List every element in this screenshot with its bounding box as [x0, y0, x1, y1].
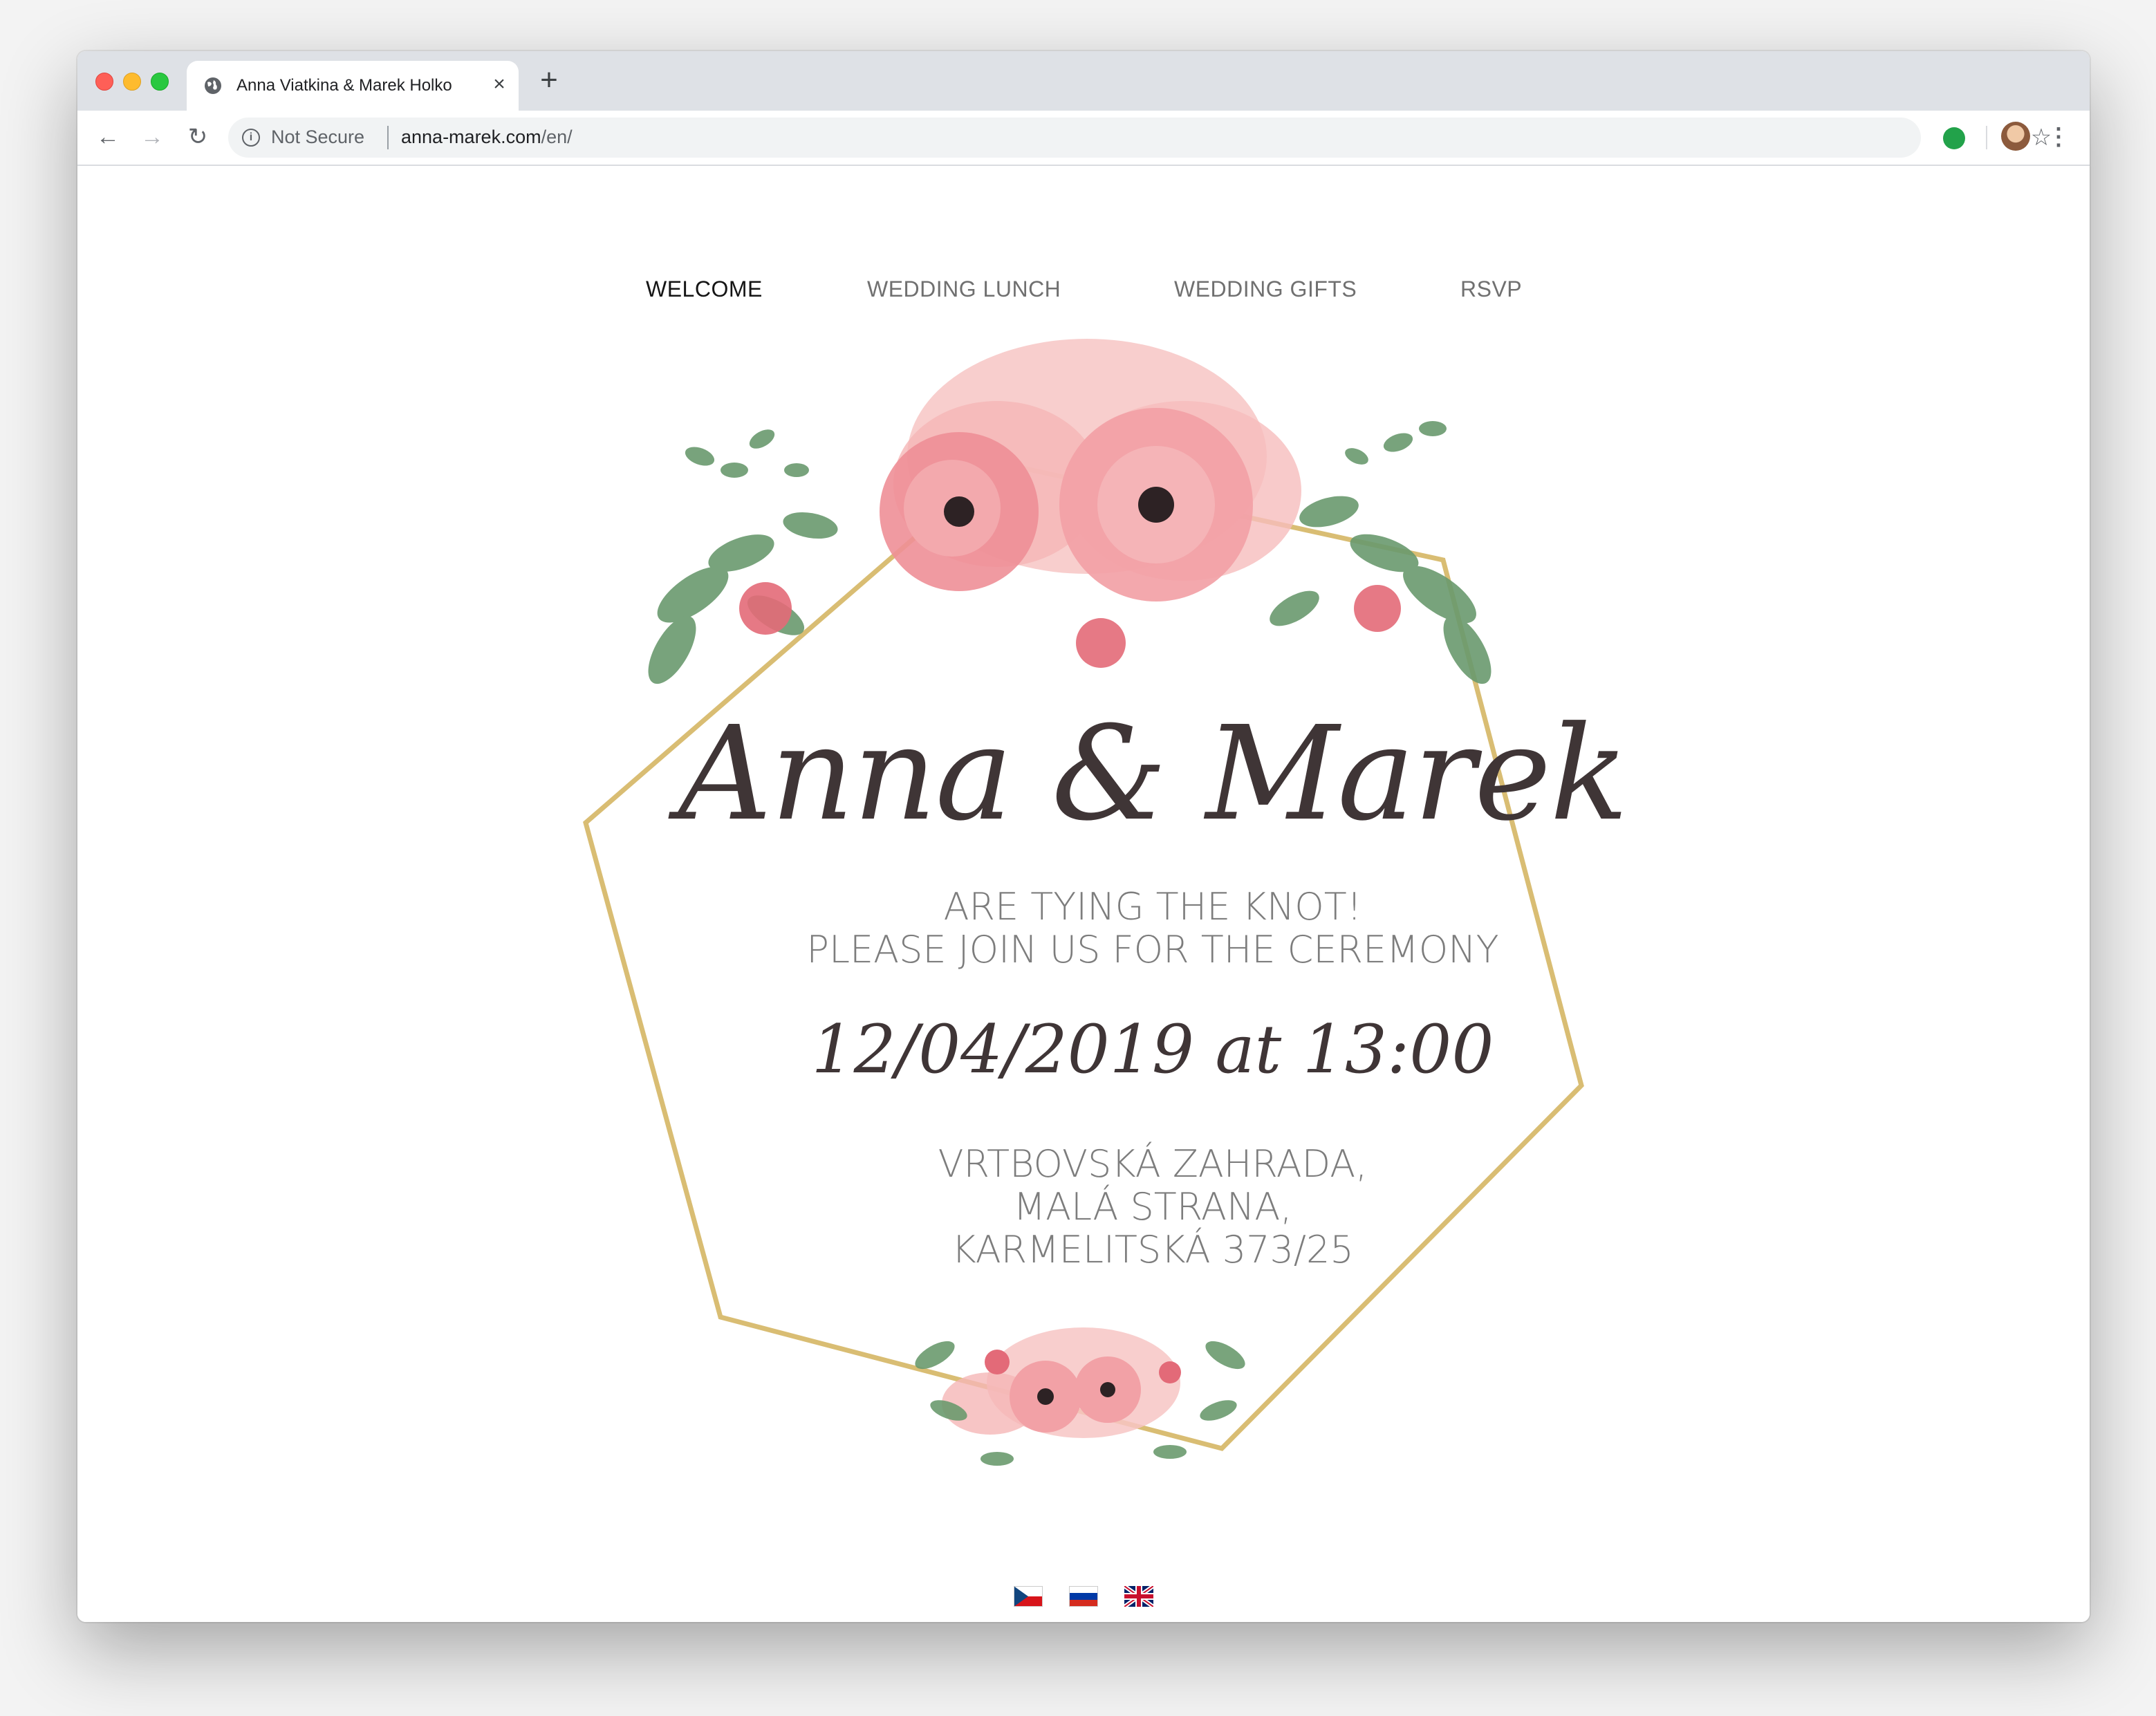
info-icon[interactable]: i: [242, 129, 260, 147]
tab-title: Anna Viatkina & Marek Holko: [236, 76, 452, 95]
couple-names: Anna & Marek: [678, 698, 1629, 850]
web-page: WELCOME WEDDING LUNCH WEDDING GIFTS RSVP: [77, 166, 2090, 1622]
close-window-button[interactable]: [95, 73, 113, 91]
security-label[interactable]: Not Secure: [271, 127, 364, 148]
browser-tab[interactable]: Anna Viatkina & Marek Holko ×: [187, 61, 519, 111]
czech-flag-icon[interactable]: [1014, 1586, 1043, 1607]
extension-icon[interactable]: [1943, 127, 1965, 149]
poppy-flower-right: [1059, 408, 1253, 601]
address-bar[interactable]: i Not Secure anna-marek.com/en/ ☆: [228, 118, 2052, 158]
maximize-window-button[interactable]: [151, 73, 169, 91]
title-bar: Anna Viatkina & Marek Holko × +: [77, 51, 2090, 111]
globe-icon: [205, 77, 221, 94]
venue-line-1: VRTBOVSKÁ ZAHRADA,: [938, 1142, 1368, 1186]
ceremony-datetime: 12/04/2019 at 13:00: [811, 1011, 1494, 1088]
ceremony-invite: PLEASE JOIN US FOR THE CEREMONY: [806, 928, 1499, 971]
poppy-flower-left: [880, 432, 1039, 591]
browser-window: Anna Viatkina & Marek Holko × + ← → ↻ i …: [77, 51, 2090, 1622]
new-tab-button[interactable]: +: [534, 65, 564, 97]
venue-line-3: KARMELITSKÁ 373/25: [951, 1228, 1354, 1271]
leaf-cluster-right: [1270, 421, 1491, 684]
bottom-floral-bouquet: [915, 1327, 1245, 1466]
url-host: anna-marek.com: [401, 127, 541, 147]
venue-line-2: MALÁ STRANA,: [1013, 1185, 1292, 1229]
browser-toolbar: ← → ↻ i Not Secure anna-marek.com/en/ ☆ …: [77, 111, 2090, 166]
leaf-cluster-left: [648, 429, 838, 684]
tagline: ARE TYING THE KNOT!: [943, 885, 1362, 929]
russian-flag-icon[interactable]: [1069, 1586, 1098, 1607]
minimize-window-button[interactable]: [123, 73, 141, 91]
url-text[interactable]: anna-marek.com/en/: [401, 127, 573, 148]
top-floral-bouquet: [648, 339, 1491, 684]
reload-icon[interactable]: ↻: [181, 120, 214, 153]
more-menu-icon[interactable]: ⋮: [2047, 122, 2070, 152]
profile-avatar[interactable]: [2001, 122, 2030, 151]
back-arrow-icon[interactable]: ←: [91, 120, 124, 153]
url-path: /en/: [541, 127, 573, 147]
toolbar-divider: [1986, 126, 1987, 149]
forward-arrow-icon[interactable]: →: [136, 120, 169, 153]
url-divider: [387, 126, 389, 149]
tab-close-button[interactable]: ×: [487, 72, 512, 97]
uk-flag-icon[interactable]: [1124, 1586, 1153, 1607]
